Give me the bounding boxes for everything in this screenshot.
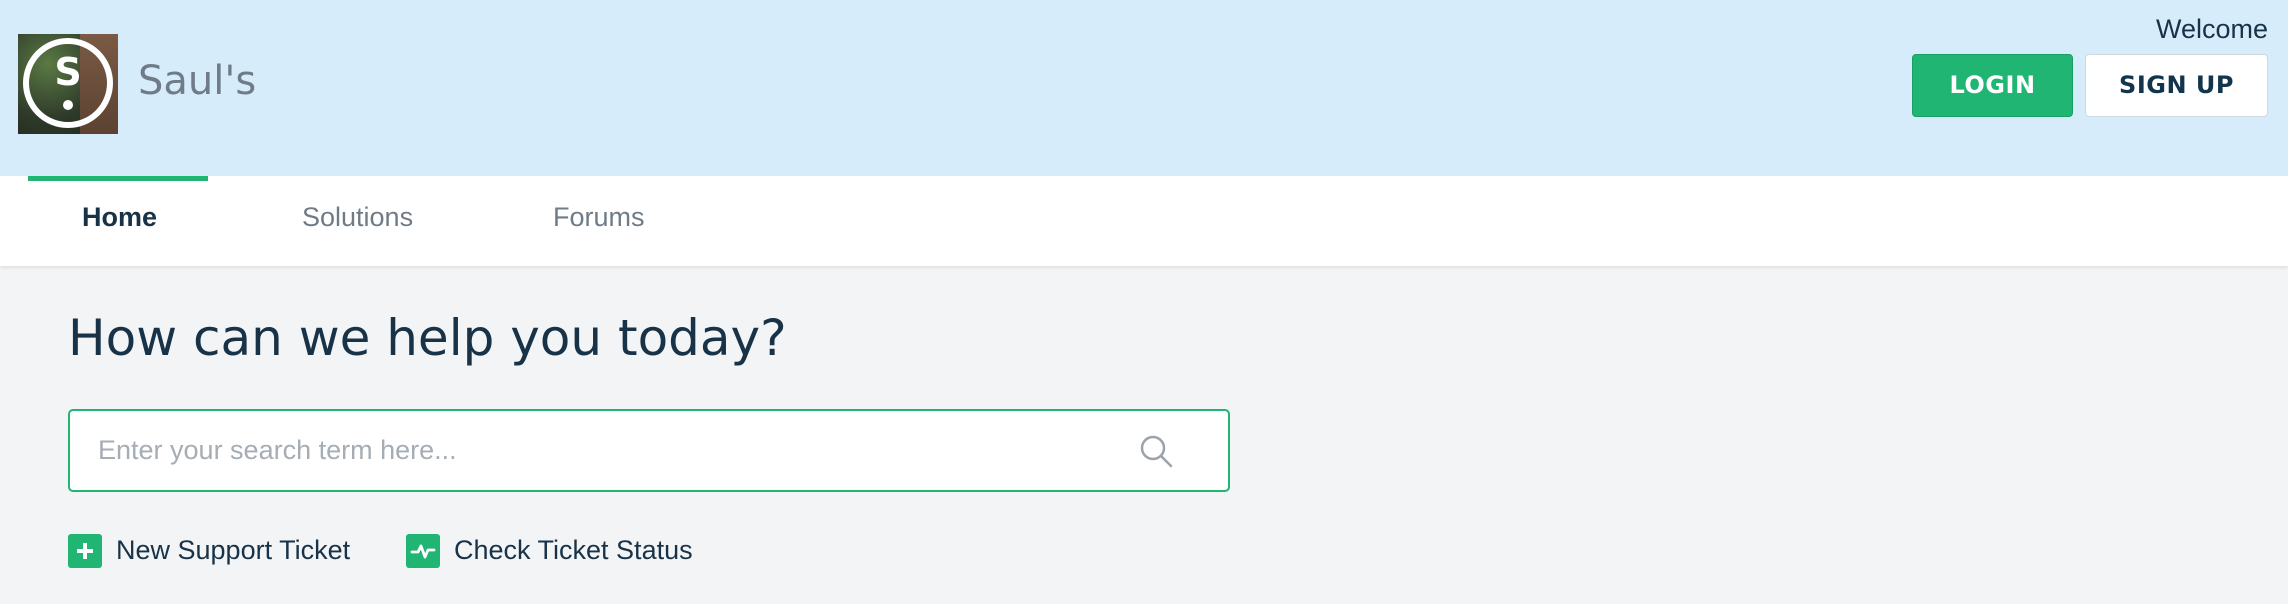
check-ticket-status-link[interactable]: Check Ticket Status	[406, 534, 706, 568]
signup-button[interactable]: SIGN UP	[2085, 54, 2268, 117]
check-ticket-status-label: Check Ticket Status	[454, 535, 693, 565]
new-support-ticket-link[interactable]: New Support Ticket	[68, 534, 358, 568]
active-tab-indicator	[28, 176, 208, 181]
tab-forums[interactable]: Forums	[553, 202, 645, 233]
search-box	[68, 409, 1230, 492]
search-icon[interactable]	[1138, 433, 1174, 469]
main-nav: Home Solutions Forums	[0, 176, 2288, 266]
page-title: How can we help you today?	[68, 309, 787, 367]
logo-letter: S	[54, 50, 82, 94]
search-input[interactable]	[96, 411, 1136, 490]
plus-icon	[68, 534, 102, 568]
tab-home[interactable]: Home	[82, 202, 157, 233]
logo-icon[interactable]: S	[18, 34, 118, 134]
brand-name[interactable]: Saul's	[138, 56, 256, 106]
logo-dot	[63, 100, 73, 110]
login-button[interactable]: LOGIN	[1912, 54, 2073, 117]
pulse-icon	[406, 534, 440, 568]
new-support-ticket-label: New Support Ticket	[116, 535, 351, 565]
tab-solutions[interactable]: Solutions	[302, 202, 413, 233]
header: S Saul's Welcome LOGIN SIGN UP	[0, 0, 2288, 176]
welcome-text: Welcome	[2155, 14, 2268, 44]
